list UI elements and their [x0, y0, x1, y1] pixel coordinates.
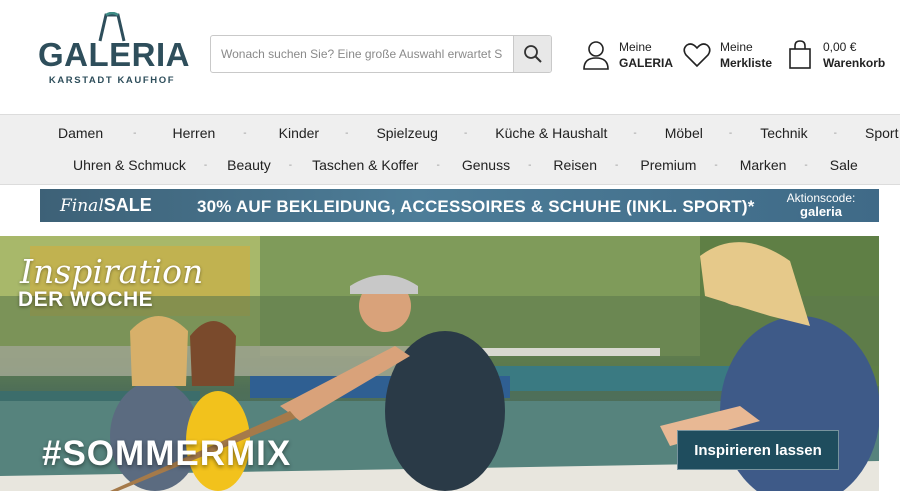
hero-title-script: Inspiration — [20, 252, 204, 291]
nav-separator: - — [463, 127, 468, 139]
nav-separator: - — [203, 159, 208, 171]
shopping-bag-icon — [785, 40, 815, 70]
wishlist-label-line2: Merkliste — [720, 56, 773, 70]
final-sale-word: SALE — [103, 195, 152, 215]
search-bar — [210, 35, 552, 73]
search-icon — [523, 45, 542, 63]
promo-code-label: Aktionscode: — [786, 191, 856, 205]
wishlist-label-line1: Meine — [720, 40, 753, 54]
nav-item-uhren-schmuck[interactable]: Uhren & Schmuck — [73, 157, 186, 173]
cart-link[interactable]: 0,00 € Warenkorb — [785, 38, 885, 72]
user-icon — [581, 40, 611, 70]
nav-item-taschen-koffer[interactable]: Taschen & Koffer — [312, 157, 418, 173]
nav-separator: - — [528, 159, 532, 171]
logo-wordmark: GALERIA — [38, 36, 190, 73]
nav-item-marken[interactable]: Marken — [740, 157, 787, 173]
page-margin — [879, 185, 900, 491]
final-sale-script: Final — [60, 196, 104, 216]
nav-separator: - — [833, 127, 837, 139]
site-header: GALERIA KARSTADT KAUFHOF Meine GALERIA — [0, 0, 900, 114]
nav-separator: - — [345, 127, 349, 139]
account-label-line2: GALERIA — [619, 56, 673, 70]
cart-total: 0,00 € — [823, 40, 857, 54]
hero-hashtag: #SOMMERMIX — [42, 434, 292, 473]
nav-item-sale[interactable]: Sale — [830, 157, 858, 173]
main-navigation: Damen - Herren - Kinder - Spielzeug - Kü… — [0, 114, 900, 185]
hero-title-caps: DER WOCHE — [18, 288, 154, 311]
promo-code-value: galeria — [800, 204, 842, 219]
nav-separator: - — [436, 159, 440, 171]
nav-item-genuss[interactable]: Genuss — [462, 157, 510, 173]
search-button[interactable] — [513, 36, 551, 72]
nav-item-spielzeug[interactable]: Spielzeug — [376, 125, 438, 141]
nav-separator: - — [633, 127, 637, 139]
logo-subtitle: KARSTADT KAUFHOF — [48, 75, 176, 86]
final-sale-logo: FinalSALE — [60, 191, 152, 220]
heart-icon — [682, 40, 712, 70]
nav-item-reisen[interactable]: Reisen — [553, 157, 597, 173]
nav-row-1: Damen - Herren - Kinder - Spielzeug - Kü… — [0, 125, 900, 141]
nav-separator: - — [243, 127, 247, 139]
nav-item-moebel[interactable]: Möbel — [665, 125, 703, 141]
account-link[interactable]: Meine GALERIA — [581, 38, 673, 72]
sale-promo-text: 30% AUF BEKLEIDUNG, ACCESSOIRES & SCHUHE… — [197, 197, 755, 216]
nav-item-kinder[interactable]: Kinder — [279, 125, 319, 141]
nav-item-premium[interactable]: Premium — [640, 157, 696, 173]
inspire-me-button[interactable]: Inspirieren lassen — [677, 430, 839, 470]
nav-separator: - — [804, 159, 808, 171]
promo-code: Aktionscode: galeria — [776, 191, 866, 219]
nav-item-sport[interactable]: Sport — [865, 125, 898, 141]
nav-item-damen[interactable]: Damen — [58, 125, 103, 141]
nav-item-technik[interactable]: Technik — [760, 125, 807, 141]
nav-item-herren[interactable]: Herren — [172, 125, 215, 141]
search-input[interactable] — [211, 36, 513, 72]
nav-separator: - — [133, 127, 137, 139]
wishlist-link[interactable]: Meine Merkliste — [682, 38, 772, 72]
nav-separator: - — [728, 127, 733, 139]
cart-label: Warenkorb — [823, 56, 886, 70]
galeria-logo[interactable]: GALERIA KARSTADT KAUFHOF — [38, 12, 190, 90]
nav-item-kueche-haushalt[interactable]: Küche & Haushalt — [495, 125, 607, 141]
account-label-line1: Meine — [619, 40, 652, 54]
final-sale-banner[interactable]: FinalSALE 30% AUF BEKLEIDUNG, ACCESSOIRE… — [40, 189, 879, 222]
nav-separator: - — [714, 159, 718, 171]
nav-separator: - — [615, 159, 619, 171]
nav-separator: - — [288, 159, 293, 171]
nav-item-beauty[interactable]: Beauty — [227, 157, 271, 173]
hero-banner[interactable]: Inspiration DER WOCHE #SOMMERMIX Inspiri… — [0, 236, 879, 491]
nav-row-2: Uhren & Schmuck - Beauty - Taschen & Kof… — [0, 157, 900, 173]
